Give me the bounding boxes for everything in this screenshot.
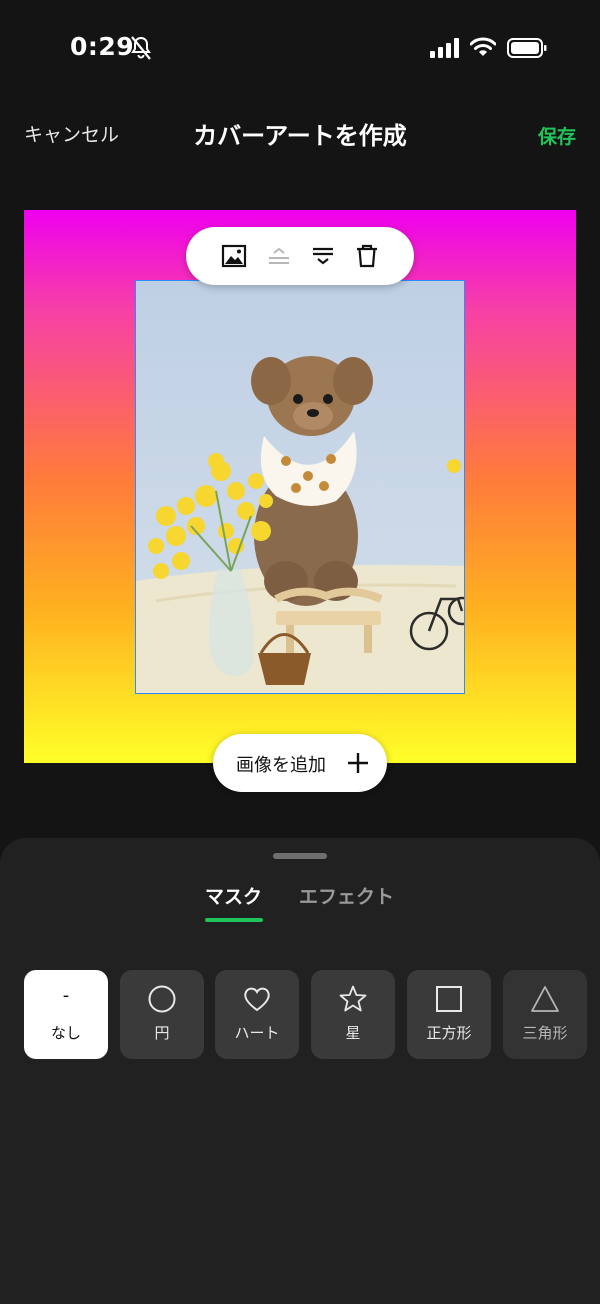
image-toolbar <box>186 227 414 285</box>
triangle-icon <box>503 984 587 1014</box>
active-tab-indicator <box>205 918 263 922</box>
add-image-label: 画像を追加 <box>236 755 326 776</box>
mask-option-label: 円 <box>154 1024 170 1042</box>
battery-icon <box>507 38 547 58</box>
star-icon <box>311 984 395 1014</box>
mask-option-heart[interactable]: ハート <box>215 970 299 1059</box>
mask-option-label: 正方形 <box>426 1024 472 1042</box>
bottom-sheet: マスク エフェクト - なし 円 ハート 星 正方形 三角形 <box>0 838 600 1304</box>
mask-option-label: 星 <box>345 1024 361 1042</box>
mask-option-triangle[interactable]: 三角形 <box>503 970 587 1059</box>
mask-option-none[interactable]: - なし <box>24 970 108 1059</box>
dash-icon: - <box>62 985 70 1006</box>
page-title: カバーアートを作成 <box>193 122 407 150</box>
dog-photo-image <box>136 281 464 693</box>
cover-art-canvas[interactable] <box>24 210 576 763</box>
bell-off-icon <box>131 36 151 60</box>
tab-effect[interactable]: エフェクト <box>299 882 394 909</box>
trash-icon[interactable] <box>353 242 381 270</box>
selected-photo[interactable] <box>135 280 465 694</box>
nav-header: キャンセル カバーアートを作成 保存 <box>0 110 600 156</box>
status-bar: 0:29 <box>0 0 600 96</box>
tab-mask[interactable]: マスク <box>205 882 262 909</box>
mask-option-circle[interactable]: 円 <box>120 970 204 1059</box>
sheet-grabber[interactable] <box>273 853 327 859</box>
image-icon[interactable] <box>220 242 248 270</box>
bring-forward-icon[interactable] <box>265 242 293 270</box>
wifi-icon <box>470 37 496 56</box>
heart-icon <box>215 984 299 1014</box>
mask-option-star[interactable]: 星 <box>311 970 395 1059</box>
arrange-icon[interactable] <box>309 242 337 270</box>
plus-icon <box>348 753 368 773</box>
cellular-signal-icon <box>430 38 459 58</box>
add-image-button[interactable]: 画像を追加 <box>213 734 387 792</box>
save-button[interactable]: 保存 <box>538 122 576 149</box>
mask-option-label: なし <box>50 1024 81 1042</box>
mask-option-label: 三角形 <box>522 1024 568 1042</box>
square-icon <box>407 984 491 1014</box>
circle-icon <box>120 984 204 1014</box>
mask-option-label: ハート <box>234 1024 280 1042</box>
status-time: 0:29 <box>70 32 135 61</box>
mask-option-square[interactable]: 正方形 <box>407 970 491 1059</box>
